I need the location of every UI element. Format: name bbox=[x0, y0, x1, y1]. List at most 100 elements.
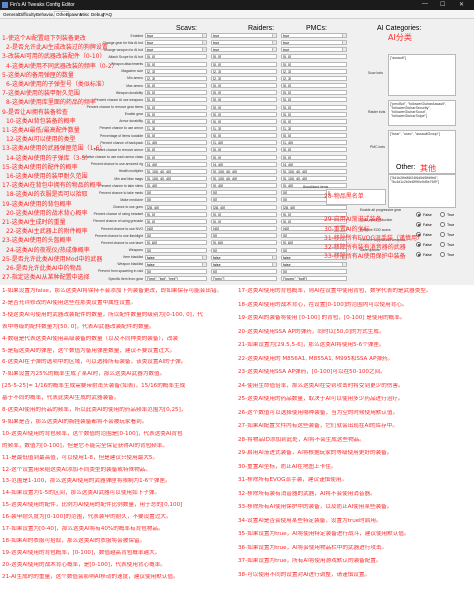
pmcs-field[interactable]: [0, 0] bbox=[281, 54, 347, 60]
dropdown-arrow-icon[interactable] bbox=[272, 40, 277, 46]
pmcs-field[interactable]: [4, 40] bbox=[281, 161, 347, 167]
dropdown-arrow-icon[interactable] bbox=[202, 47, 207, 53]
raiders-field[interactable]: [0, 0] bbox=[211, 104, 277, 110]
radio-true[interactable] bbox=[440, 252, 445, 257]
radio-false[interactable] bbox=[416, 242, 421, 247]
scavs-field[interactable]: [0, 0] bbox=[145, 97, 207, 103]
raiders-field[interactable]: true bbox=[211, 40, 277, 46]
pmcs-field[interactable]: true bbox=[281, 47, 347, 53]
scavs-field[interactable]: [0, 0] bbox=[145, 54, 207, 60]
scavs-field[interactable]: [0, 0] bbox=[145, 147, 207, 153]
raiders-field[interactable]: [0, 0] bbox=[211, 118, 277, 124]
tab-general[interactable]: General bbox=[3, 12, 19, 17]
pmcs-field[interactable]: [0, 100, 40, 40] bbox=[281, 168, 347, 174]
pmcs-field[interactable]: [0, 0] bbox=[281, 83, 347, 89]
radio-false[interactable] bbox=[416, 212, 421, 217]
raiders-field[interactable]: [40] bbox=[211, 226, 277, 232]
raiders-field[interactable]: [0, 0] bbox=[211, 154, 277, 160]
raiders-field[interactable]: true bbox=[211, 33, 277, 38]
scavs-field[interactable]: [0, 60] bbox=[145, 240, 207, 246]
scavs-field[interactable]: [0, 0] bbox=[145, 218, 207, 224]
scavs-field[interactable]: [1, 40] bbox=[145, 140, 207, 146]
pmcs-field[interactable]: false bbox=[281, 261, 347, 267]
scavs-field[interactable]: [0] bbox=[145, 268, 207, 274]
dropdown-arrow-icon[interactable] bbox=[272, 261, 277, 267]
raiders-field[interactable]: [4, 40] bbox=[211, 161, 277, 167]
raiders-field[interactable]: false bbox=[211, 261, 277, 267]
dropdown-arrow-icon[interactable] bbox=[342, 261, 347, 267]
radio-false[interactable] bbox=[416, 252, 421, 257]
dropdown-arrow-icon[interactable] bbox=[272, 33, 277, 38]
scavs-field[interactable]: [28, 40] bbox=[145, 204, 207, 210]
scavs-field[interactable]: [4, 40] bbox=[145, 161, 207, 167]
dropdown-arrow-icon[interactable] bbox=[202, 33, 207, 38]
scavs-field[interactable]: false bbox=[145, 261, 207, 267]
minimize-button[interactable]: — bbox=[422, 1, 428, 7]
raiders-field[interactable]: [0, 0] bbox=[211, 90, 277, 96]
raiders-field[interactable]: [1, 3] bbox=[211, 125, 277, 131]
raiders-field[interactable]: [0, 60] bbox=[211, 240, 277, 246]
scavs-field[interactable]: [0, 100, 40, 40] bbox=[145, 176, 207, 181]
raiders-field[interactable]: [0] bbox=[211, 233, 277, 239]
raiders-field[interactable]: ["pmc"] bbox=[211, 276, 277, 282]
radio-true[interactable] bbox=[440, 212, 445, 217]
dropdown-arrow-icon[interactable] bbox=[202, 261, 207, 267]
tab-misc[interactable]: Misc bbox=[80, 12, 89, 17]
radio-false[interactable] bbox=[416, 222, 421, 227]
scavs-field[interactable]: [0, 0] bbox=[145, 83, 207, 89]
raiders-field[interactable]: [2, 3] bbox=[211, 75, 277, 81]
raiders-field[interactable]: [0] bbox=[211, 197, 277, 203]
scavs-field[interactable]: [0] bbox=[145, 233, 207, 239]
raiders-field[interactable]: [0, 0] bbox=[211, 211, 277, 217]
scavs-field[interactable]: [40] bbox=[145, 226, 207, 232]
raiders-field[interactable]: [0] bbox=[211, 190, 277, 196]
raiders-field[interactable]: [0] bbox=[211, 247, 277, 253]
pmcs-field[interactable]: [0, 0] bbox=[281, 111, 347, 117]
pmcs-field[interactable]: true bbox=[281, 33, 347, 38]
close-button[interactable]: ✕ bbox=[459, 1, 464, 8]
scavs-field[interactable]: [0] bbox=[145, 247, 207, 253]
raiders-field[interactable]: false bbox=[211, 254, 277, 260]
scavs-field[interactable]: [0, 0] bbox=[145, 211, 207, 217]
scavs-field[interactable]: [0, 40] bbox=[145, 183, 207, 189]
scavs-field[interactable]: [0, 0] bbox=[145, 118, 207, 124]
raiders-field[interactable]: [0, 0] bbox=[211, 61, 277, 67]
pmcs-field[interactable]: [0, 0] bbox=[281, 104, 347, 110]
pmcs-field[interactable]: [28, 40] bbox=[281, 204, 347, 210]
scavs-field[interactable]: [1, 3] bbox=[145, 125, 207, 131]
dropdown-arrow-icon[interactable] bbox=[272, 254, 277, 260]
scavs-field[interactable]: [0] bbox=[145, 190, 207, 196]
scavs-field[interactable]: [0, 0] bbox=[145, 111, 207, 117]
raiders-field[interactable]: [0, 100, 40, 40] bbox=[211, 168, 277, 174]
scavs-field[interactable]: [0, 0] bbox=[145, 61, 207, 67]
pmcs-field[interactable]: [1, 40] bbox=[281, 140, 347, 146]
raiders-field[interactable]: [28, 40] bbox=[211, 204, 277, 210]
raiders-field[interactable]: [0, 0] bbox=[211, 147, 277, 153]
dropdown-arrow-icon[interactable] bbox=[272, 47, 277, 53]
radio-true[interactable] bbox=[440, 232, 445, 237]
pmcs-field[interactable]: [0, 0] bbox=[281, 133, 347, 139]
scavs-field[interactable]: [0] bbox=[145, 197, 207, 203]
tab-difficulty[interactable]: Difficulty bbox=[19, 12, 36, 17]
raiders-field[interactable]: [0, 40] bbox=[211, 183, 277, 189]
dropdown-arrow-icon[interactable] bbox=[202, 254, 207, 260]
pmcs-field[interactable]: [1, 3] bbox=[281, 125, 347, 131]
raiders-field[interactable]: true bbox=[211, 47, 277, 53]
scavs-field[interactable]: true bbox=[145, 33, 207, 38]
scavs-field[interactable]: [2, 3] bbox=[145, 68, 207, 74]
pmcs-field[interactable]: [0, 0] bbox=[281, 147, 347, 153]
radio-true[interactable] bbox=[440, 222, 445, 227]
scavs-field[interactable]: false bbox=[145, 254, 207, 260]
tab-faq[interactable]: FAQ bbox=[103, 12, 112, 17]
raiders-field[interactable]: [2, 3] bbox=[211, 68, 277, 74]
pmcs-field[interactable]: [0, 0] bbox=[281, 90, 347, 96]
scavs-field[interactable]: [0, 100, 40, 40] bbox=[145, 168, 207, 174]
scavs-field[interactable]: true bbox=[145, 47, 207, 53]
raiders-field[interactable]: [0, 0] bbox=[211, 83, 277, 89]
scavs-field[interactable]: [0, 0] bbox=[145, 154, 207, 160]
pmcs-field[interactable]: [0, 0] bbox=[281, 61, 347, 67]
scavs-field[interactable]: true bbox=[145, 40, 207, 46]
radio-true[interactable] bbox=[440, 242, 445, 247]
scavs-field[interactable]: [0, 0] bbox=[145, 90, 207, 96]
pmcs-field[interactable]: [2, 3] bbox=[281, 68, 347, 74]
